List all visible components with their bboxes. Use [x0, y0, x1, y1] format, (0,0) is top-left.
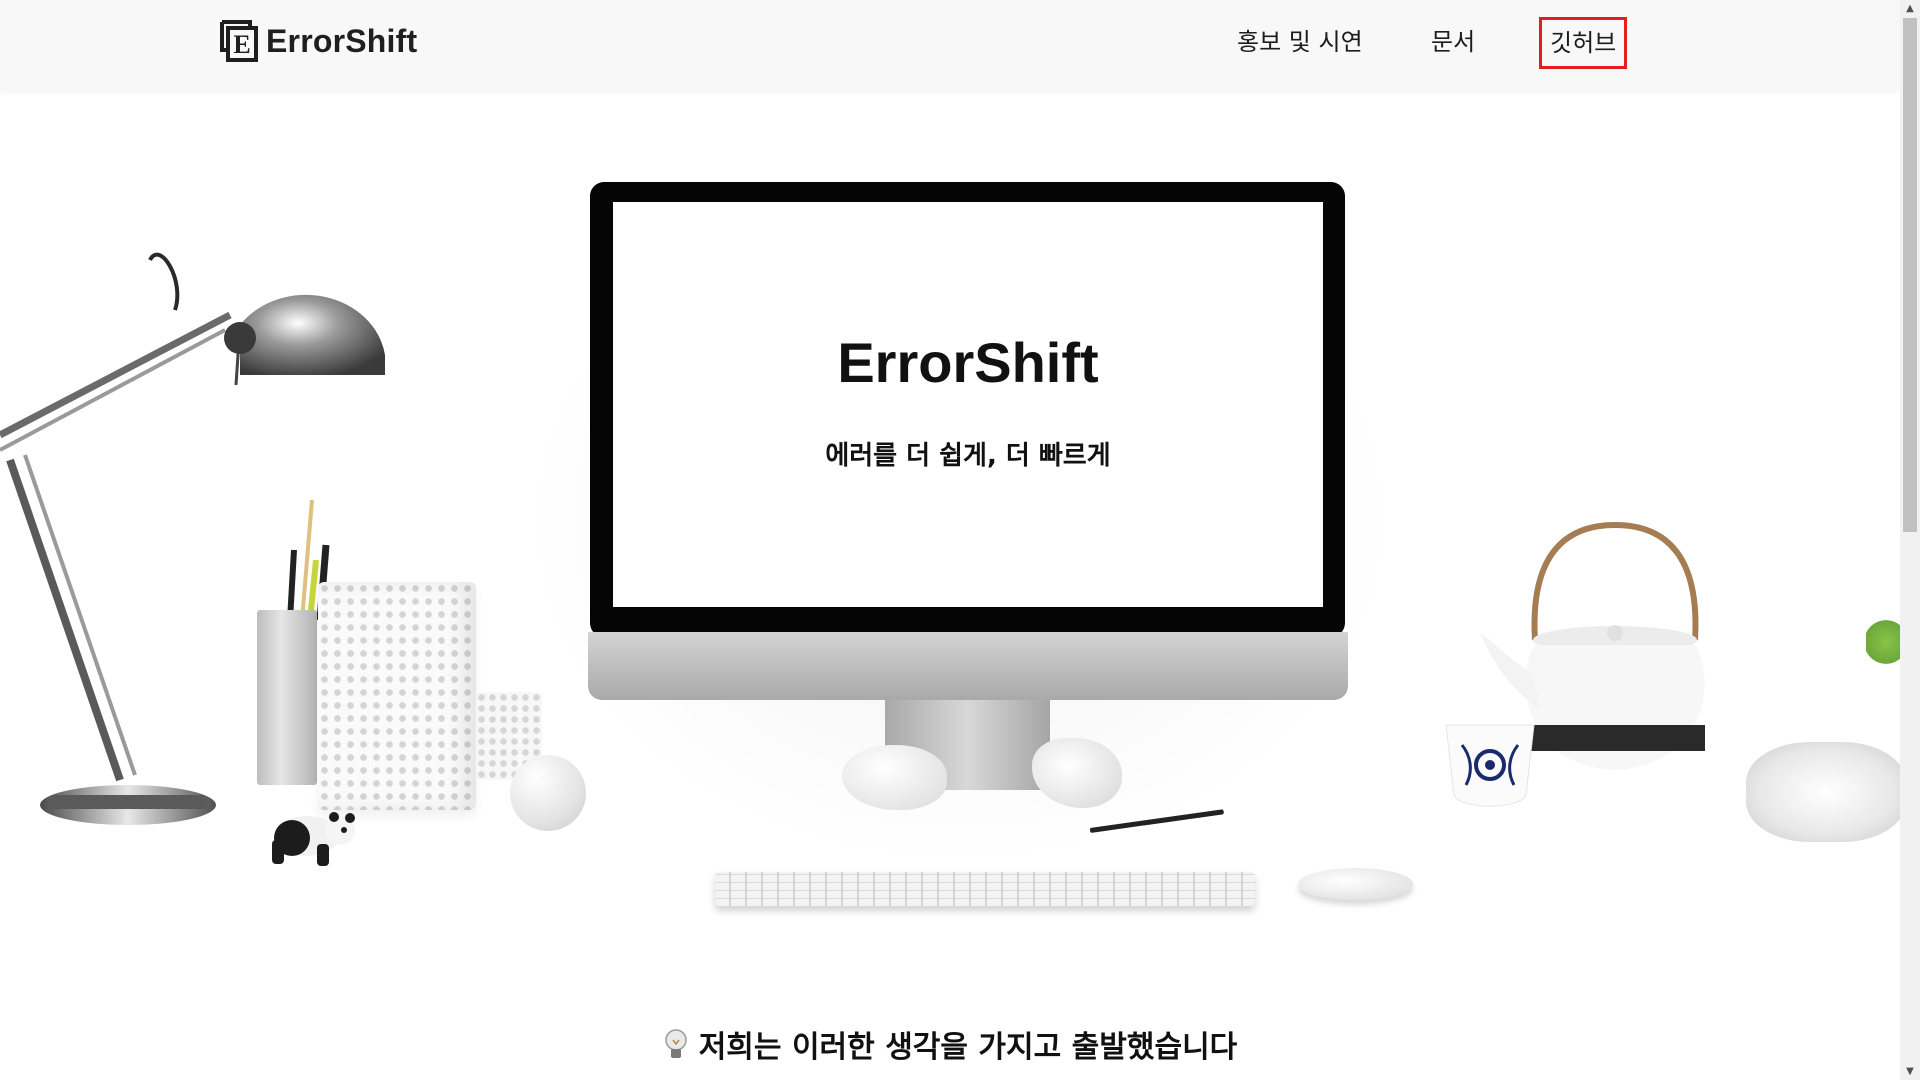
lightbulb-icon [663, 1028, 689, 1070]
scrollbar-thumb[interactable] [1903, 18, 1917, 532]
page-scrollbar[interactable]: ▲ ▼ [1900, 0, 1920, 1080]
concrete-cup-image [257, 610, 317, 785]
top-navbar: E ErrorShift 홍보 및 시연 문서 깃허브 [0, 0, 1900, 90]
logo-icon: E [220, 20, 258, 62]
monitor-chin [588, 632, 1348, 700]
section-heading: 저희는 이러한 생각을 가지고 출발했습니다 [0, 1022, 1900, 1070]
nav-link-docs[interactable]: 문서 [1431, 18, 1475, 66]
headphones-image [1746, 742, 1900, 842]
plant-image [1866, 612, 1900, 672]
teacup-image [1445, 724, 1535, 807]
scroll-down-icon[interactable]: ▼ [1900, 1063, 1920, 1080]
bird-figurine-image [842, 745, 947, 810]
hero-subtitle: 에러를 더 쉽게, 더 빠르게 [825, 441, 1111, 471]
nav-link-promo-demo[interactable]: 홍보 및 시연 [1237, 18, 1363, 66]
perforated-cup-image [318, 582, 476, 810]
page: E ErrorShift 홍보 및 시연 문서 깃허브 ErrorShift 에… [0, 0, 1900, 1080]
nav-link-github[interactable]: 깃허브 [1539, 17, 1628, 69]
hero-title: ErrorShift [837, 331, 1099, 394]
svg-text:E: E [233, 30, 250, 59]
monitor-screen [613, 202, 1323, 607]
mouse-image [1298, 868, 1413, 900]
scroll-up-icon[interactable]: ▲ [1900, 0, 1920, 17]
logo-text: ErrorShift [266, 22, 418, 59]
section-heading-text: 저희는 이러한 생각을 가지고 출발했습니다 [698, 1030, 1238, 1065]
logo-link[interactable]: E ErrorShift [220, 20, 417, 62]
panda-figurine-image [272, 812, 355, 866]
glass-ball-image [510, 755, 586, 831]
keyboard-image [715, 872, 1255, 906]
